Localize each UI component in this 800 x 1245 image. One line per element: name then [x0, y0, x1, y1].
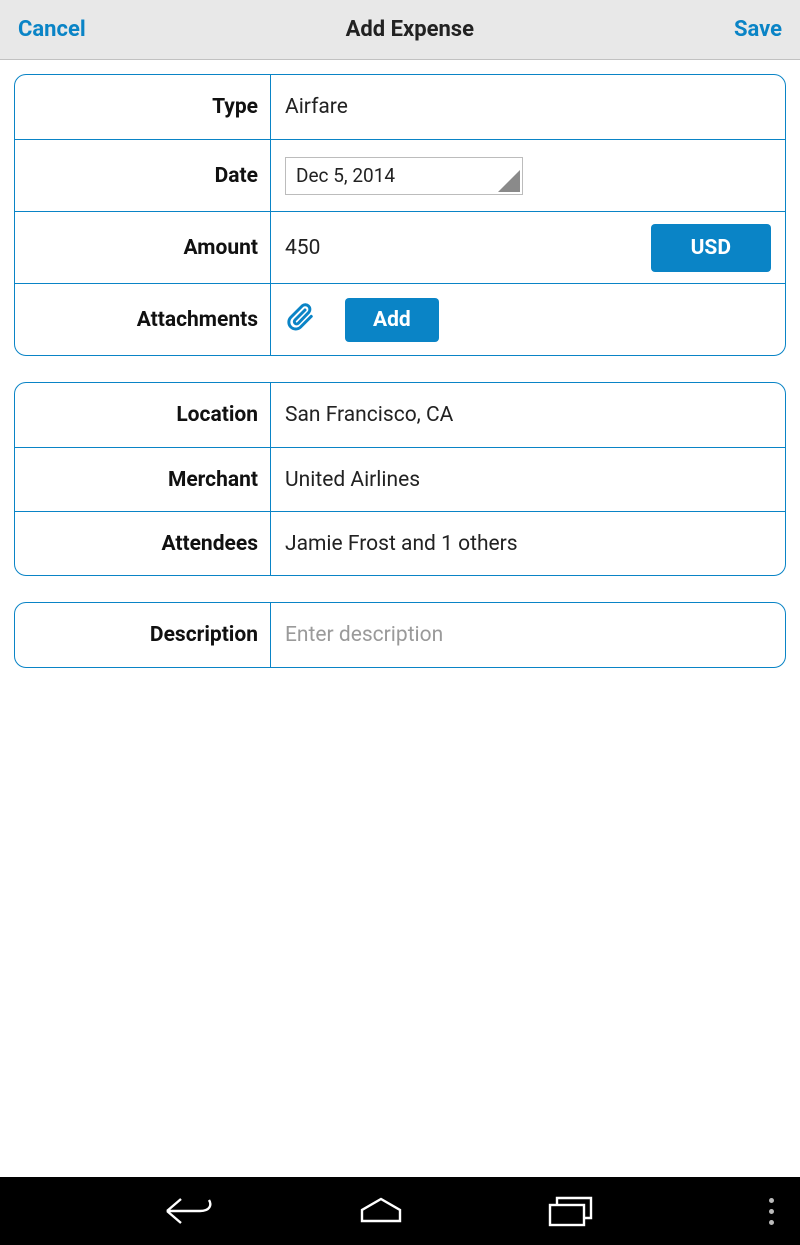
value-amount: USD: [271, 212, 785, 283]
page-title: Add Expense: [346, 17, 474, 42]
group-main: Type Airfare Date Dec 5, 2014 Amount: [14, 74, 786, 356]
save-button[interactable]: Save: [734, 17, 782, 42]
label-merchant: Merchant: [15, 448, 271, 511]
dropdown-triangle-icon: [492, 158, 522, 194]
value-location[interactable]: San Francisco, CA: [271, 383, 785, 447]
row-attendees: Attendees Jamie Frost and 1 others: [15, 511, 785, 575]
value-type[interactable]: Airfare: [271, 75, 785, 139]
row-location: Location San Francisco, CA: [15, 383, 785, 447]
group-details: Location San Francisco, CA Merchant Unit…: [14, 382, 786, 576]
recent-apps-icon[interactable]: [546, 1194, 596, 1228]
date-text: Dec 5, 2014: [296, 164, 395, 187]
back-icon[interactable]: [164, 1196, 216, 1226]
value-attendees[interactable]: Jamie Frost and 1 others: [271, 512, 785, 575]
row-date: Date Dec 5, 2014: [15, 139, 785, 211]
row-amount: Amount USD: [15, 211, 785, 283]
row-type: Type Airfare: [15, 75, 785, 139]
add-attachment-button[interactable]: Add: [345, 298, 439, 342]
label-date: Date: [15, 140, 271, 211]
system-navbar: [0, 1177, 800, 1245]
currency-button[interactable]: USD: [651, 224, 771, 272]
value-date: Dec 5, 2014: [271, 140, 785, 211]
description-input[interactable]: [285, 623, 771, 647]
value-description: [271, 603, 785, 667]
label-attachments: Attachments: [15, 284, 271, 355]
value-attachments: Add: [271, 284, 785, 355]
label-description: Description: [15, 603, 271, 667]
menu-kebab-icon[interactable]: [769, 1198, 774, 1225]
row-merchant: Merchant United Airlines: [15, 447, 785, 511]
group-description: Description: [14, 602, 786, 668]
amount-input[interactable]: [285, 236, 445, 260]
header-bar: Cancel Add Expense Save: [0, 0, 800, 60]
home-icon[interactable]: [356, 1196, 406, 1226]
value-merchant[interactable]: United Airlines: [271, 448, 785, 511]
date-picker[interactable]: Dec 5, 2014: [285, 157, 523, 195]
label-type: Type: [15, 75, 271, 139]
row-description: Description: [15, 603, 785, 667]
label-location: Location: [15, 383, 271, 447]
label-amount: Amount: [15, 212, 271, 283]
form-area: Type Airfare Date Dec 5, 2014 Amount: [0, 60, 800, 668]
row-attachments: Attachments Add: [15, 283, 785, 355]
cancel-button[interactable]: Cancel: [18, 17, 86, 42]
label-attendees: Attendees: [15, 512, 271, 575]
paperclip-icon: [285, 300, 315, 340]
